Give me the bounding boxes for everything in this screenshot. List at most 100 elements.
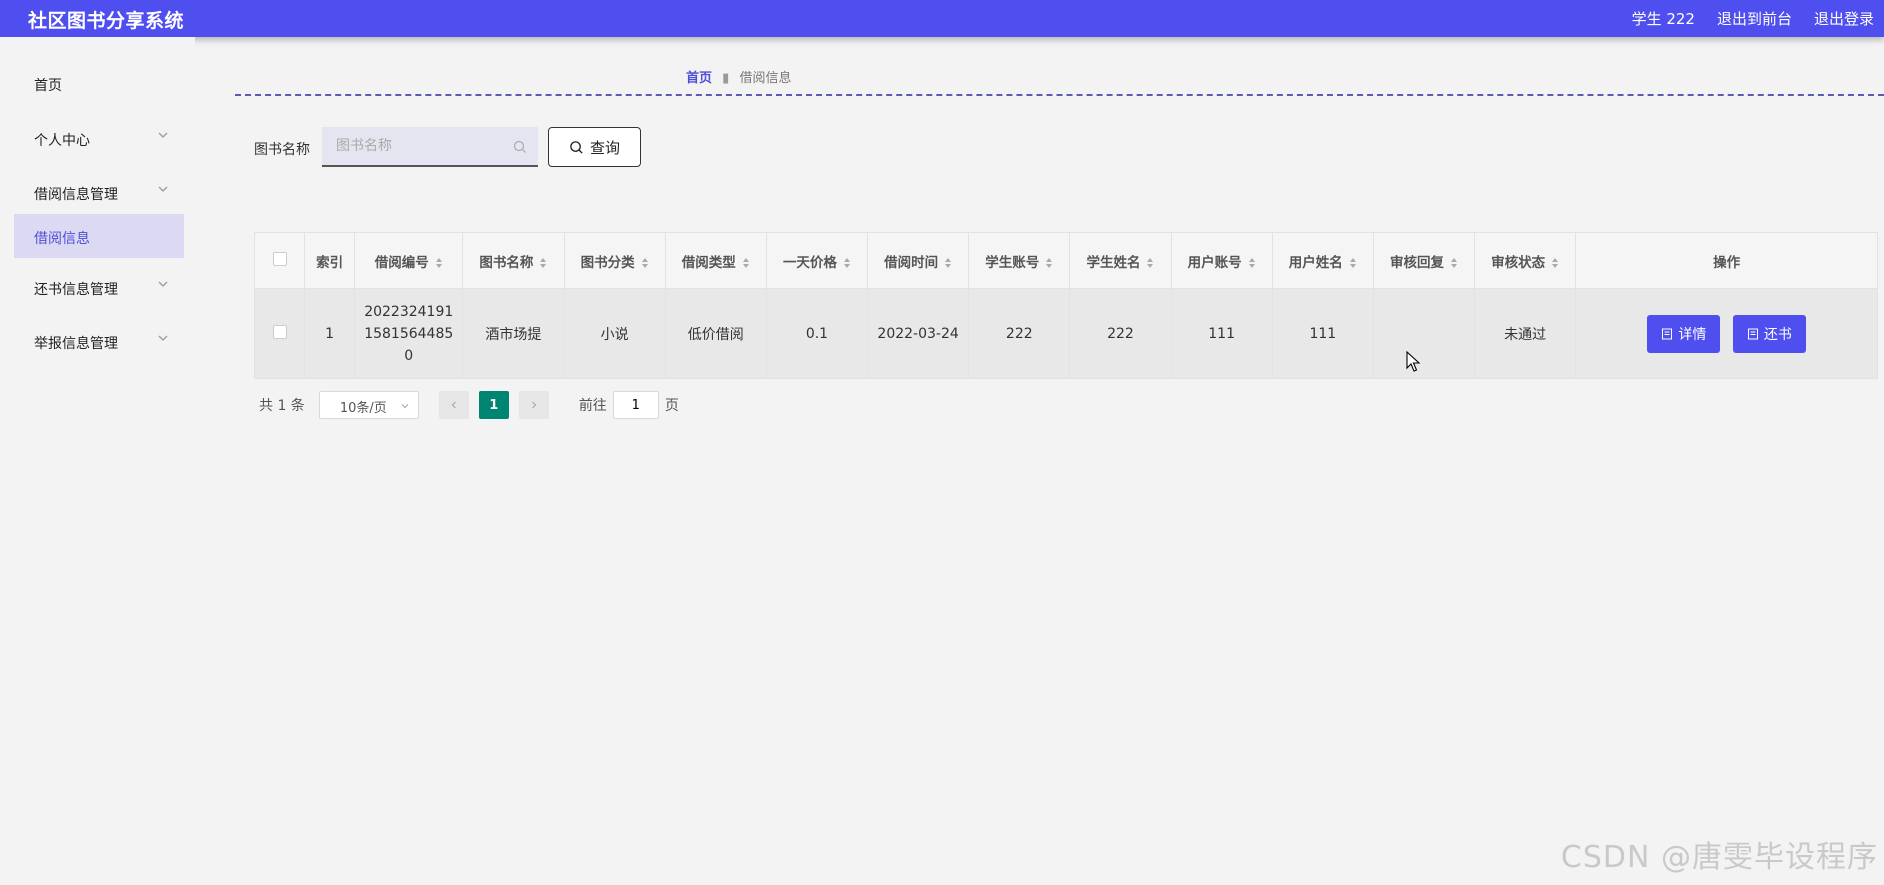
goto-page-input[interactable]: [612, 391, 659, 419]
sort-icon[interactable]: [641, 257, 649, 269]
chevron-right-icon: [531, 401, 537, 409]
detail-button-label: 详情: [1678, 326, 1707, 343]
total-count: 共 1 条: [259, 398, 305, 414]
page-number-current[interactable]: 1: [478, 391, 509, 419]
cell-review-status: 未通过: [1474, 288, 1577, 379]
return-button-label: 还书: [1763, 326, 1792, 343]
column-header-label: 图书名称: [479, 254, 534, 271]
column-header-label: 用户姓名: [1288, 254, 1343, 271]
column-header-sortable[interactable]: 用户姓名: [1271, 232, 1374, 289]
column-header-label: 审核回复: [1389, 254, 1444, 271]
cell-student-name: 222: [1069, 288, 1172, 379]
cell-borrow-type: 低价借阅: [664, 288, 767, 379]
column-header-label: 学生姓名: [1086, 254, 1141, 271]
breadcrumb-current: 借阅信息: [739, 71, 792, 86]
column-header-label: 借阅时间: [884, 254, 939, 271]
sidebar: 首页 个人中心 借阅信息管理 借阅信息 还书信息管理 举报信息管理: [0, 37, 195, 885]
sort-icon[interactable]: [742, 257, 750, 269]
document-icon: [1662, 328, 1673, 339]
next-page-button[interactable]: [518, 391, 549, 419]
cell-book-name: 酒市场提: [462, 288, 565, 379]
sidebar-item-return-management[interactable]: 还书信息管理: [14, 265, 184, 309]
column-header: 操作: [1575, 232, 1878, 289]
cell-borrow-no: 2022324191 1581564485 0: [354, 288, 464, 379]
search-input[interactable]: [322, 127, 538, 167]
sort-icon[interactable]: [843, 257, 851, 269]
column-header-sortable[interactable]: 借阅类型: [664, 232, 767, 289]
column-header-sortable[interactable]: 图书分类: [563, 232, 666, 289]
chevron-left-icon: [451, 401, 456, 409]
app-title: 社区图书分享系统: [28, 10, 185, 32]
sort-icon[interactable]: [1248, 257, 1256, 269]
column-header-label: 借阅编号: [374, 254, 429, 271]
row-select-cell: [253, 288, 306, 379]
document-icon: [1747, 328, 1758, 339]
page-size-select[interactable]: 10条/页: [318, 391, 419, 419]
column-header-label: 用户账号: [1187, 254, 1242, 271]
chevron-down-icon: [158, 186, 168, 192]
query-button-label: 查询: [589, 138, 620, 157]
breadcrumb-home[interactable]: 首页: [686, 71, 712, 86]
column-header-sortable[interactable]: 用户账号: [1170, 232, 1273, 289]
column-header-label: 学生账号: [985, 254, 1040, 271]
column-header-sortable[interactable]: 借阅编号: [354, 232, 464, 289]
sort-icon[interactable]: [435, 257, 443, 269]
detail-button[interactable]: 详情: [1647, 314, 1721, 353]
column-header-sortable[interactable]: 一天价格: [765, 232, 869, 289]
sidebar-item-borrow-info[interactable]: 借阅信息: [14, 214, 184, 258]
borrow-no-line: 2022324191: [364, 303, 454, 320]
sort-icon[interactable]: [1551, 257, 1559, 269]
cell-category: 小说: [563, 288, 666, 379]
sidebar-item-label: 借阅信息: [34, 231, 90, 247]
top-bar: 社区图书分享系统 学生 222 退出到前台 退出登录: [0, 0, 1884, 37]
search-icon: [570, 140, 583, 154]
cell-student-account: 222: [968, 288, 1071, 379]
watermark: CSDN @唐雯毕设程序: [1560, 840, 1878, 875]
mouse-cursor-icon: [1406, 351, 1421, 372]
column-header-label: 图书分类: [580, 254, 635, 271]
pagination: 共 1 条 10条/页 1 前往 页: [259, 391, 679, 419]
goto-suffix: 页: [664, 398, 679, 414]
select-all-checkbox[interactable]: [272, 251, 287, 266]
query-button[interactable]: 查询: [548, 127, 641, 167]
sort-icon[interactable]: [1349, 257, 1357, 269]
top-right-menu: 学生 222 退出到前台 退出登录: [1632, 8, 1874, 29]
logout-link[interactable]: 退出登录: [1814, 8, 1874, 29]
column-header-label: 借阅类型: [681, 254, 736, 271]
chevron-down-icon: [401, 404, 409, 409]
column-header-sortable[interactable]: 学生账号: [968, 232, 1071, 289]
sort-icon[interactable]: [539, 257, 547, 269]
sort-icon[interactable]: [1450, 257, 1458, 269]
return-button[interactable]: 还书: [1732, 314, 1806, 353]
column-header-sortable[interactable]: 借阅时间: [867, 232, 970, 289]
borrow-no-line: 0: [404, 347, 414, 364]
goto-prefix: 前往: [578, 398, 607, 414]
sidebar-item-label: 借阅信息管理: [34, 187, 118, 203]
page-size-value: 10条/页: [339, 401, 387, 416]
divider: [235, 94, 1884, 96]
column-header-sortable[interactable]: 审核回复: [1372, 232, 1476, 289]
sidebar-item-label: 举报信息管理: [34, 336, 118, 352]
sidebar-item-personal-center[interactable]: 个人中心: [14, 116, 184, 160]
exit-to-front-link[interactable]: 退出到前台: [1717, 8, 1792, 29]
search-icon: [513, 140, 526, 153]
column-header-sortable[interactable]: 图书名称: [462, 232, 565, 289]
cell-borrow-time: 2022-03-24: [867, 288, 970, 379]
sidebar-item-borrow-management[interactable]: 借阅信息管理: [14, 170, 184, 214]
sort-icon[interactable]: [944, 257, 952, 269]
column-header-sortable[interactable]: 学生姓名: [1069, 232, 1172, 289]
sidebar-item-label: 还书信息管理: [34, 282, 118, 298]
sort-icon[interactable]: [1045, 257, 1053, 269]
sidebar-item-home[interactable]: 首页: [14, 61, 184, 105]
sidebar-item-report-management[interactable]: 举报信息管理: [14, 319, 184, 363]
cell-review-reply: [1372, 288, 1476, 379]
prev-page-button[interactable]: [438, 391, 469, 419]
row-checkbox[interactable]: [272, 324, 287, 339]
breadcrumb-separator: ▮: [722, 71, 730, 86]
column-header-label: 审核状态: [1491, 254, 1546, 271]
chevron-down-icon: [158, 132, 168, 138]
column-header-sortable[interactable]: 审核状态: [1474, 232, 1577, 289]
breadcrumb: 首页 ▮ 借阅信息: [686, 67, 791, 86]
sort-icon[interactable]: [1146, 257, 1154, 269]
sidebar-item-label: 首页: [34, 78, 62, 94]
